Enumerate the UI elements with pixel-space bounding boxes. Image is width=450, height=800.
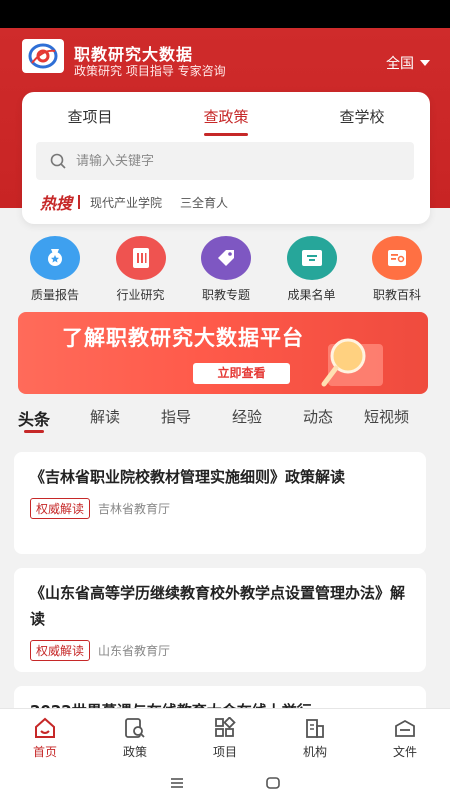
app-subtitle: 政策研究 项目指导 专家咨询 (74, 64, 226, 78)
tabbar-label: 机构 (302, 745, 327, 759)
document-icon (115, 236, 166, 280)
category-special-topics[interactable]: 职教专题 (187, 236, 265, 303)
bottom-tab-bar: 首页 政策 项目 机构 文件 (0, 708, 450, 766)
news-tab-headline[interactable]: 头条 (18, 406, 50, 430)
category-label: 成果名单 (287, 288, 336, 302)
category-quality-report[interactable]: 质量报告 (16, 236, 94, 303)
status-bar (0, 0, 450, 28)
news-tag: 权威解读 (30, 498, 91, 519)
news-source: 山东省教育厅 (98, 644, 171, 658)
search-tabs: 查项目 查政策 查学校 (22, 92, 430, 136)
news-tab-experience[interactable]: 经验 (232, 406, 262, 427)
news-meta: 权威解读 山东省教育厅 (30, 640, 410, 661)
search-card: 查项目 查政策 查学校 热搜 现代产业学院 三全育人 (22, 92, 430, 224)
news-card[interactable]: 《吉林省职业院校教材管理实施细则》政策解读 权威解读 吉林省教育厅 (14, 452, 426, 554)
hot-search-item[interactable]: 三全育人 (180, 194, 228, 211)
news-card[interactable]: 《山东省高等学历继续教育校外教学点设置管理办法》解读 权威解读 山东省教育厅 (14, 568, 426, 672)
banner-title: 了解职教研究大数据平台 (62, 326, 304, 350)
hot-search-item[interactable]: 现代产业学院 (90, 194, 162, 211)
logo-icon (28, 43, 58, 69)
search-icon (50, 153, 66, 169)
home-button-icon[interactable] (265, 776, 281, 790)
news-source: 吉林省教育厅 (98, 502, 171, 516)
tabbar-institutions[interactable]: 机构 (280, 709, 350, 766)
file-box-icon (395, 719, 415, 737)
news-tabs: 头条 解读 指导 经验 动态 短视频 (0, 398, 450, 434)
caret-down-icon (420, 60, 430, 66)
banner-view-button[interactable]: 立即查看 (193, 363, 290, 384)
category-encyclopedia[interactable]: 职教百科 (358, 236, 436, 303)
certificate-icon (286, 236, 337, 280)
news-title: 《吉林省职业院校教材管理实施细则》政策解读 (30, 468, 346, 486)
region-selector[interactable]: 全国 (386, 53, 430, 73)
news-tab-updates[interactable]: 动态 (303, 406, 333, 427)
news-meta: 权威解读 吉林省教育厅 (30, 498, 410, 519)
hot-search: 热搜 现代产业学院 三全育人 (40, 190, 246, 214)
tab-projects[interactable]: 查项目 (22, 92, 158, 136)
category-label: 职教百科 (372, 288, 421, 302)
building-icon (306, 719, 324, 738)
app-logo (22, 39, 64, 73)
tabbar-label: 项目 (212, 745, 237, 759)
tabbar-label: 首页 (32, 745, 57, 759)
category-industry-research[interactable]: 行业研究 (102, 236, 180, 303)
search-box[interactable] (36, 142, 414, 180)
news-tag: 权威解读 (30, 640, 91, 661)
category-label: 质量报告 (30, 288, 79, 302)
medal-icon (30, 236, 80, 280)
tab-policies[interactable]: 查政策 (158, 92, 294, 136)
category-label: 行业研究 (116, 288, 165, 302)
news-title: 《山东省高等学历继续教育校外教学点设置管理办法》解读 (30, 584, 406, 628)
hot-search-label: 热搜 (40, 194, 73, 213)
menu-icon[interactable] (169, 776, 185, 790)
category-label: 职教专题 (201, 288, 250, 302)
search-input[interactable] (76, 153, 376, 169)
category-grid: 质量报告 行业研究 职教专题 成果名单 职教百科 (16, 236, 436, 303)
tabbar-label: 政策 (122, 745, 147, 759)
news-tab-short-video[interactable]: 短视频 (364, 406, 409, 427)
tag-icon (201, 236, 251, 280)
news-tab-indicator (24, 430, 44, 433)
tabbar-policy[interactable]: 政策 (100, 709, 170, 766)
system-navigation-bar (0, 766, 450, 800)
tabbar-home[interactable]: 首页 (10, 709, 80, 766)
tabbar-label: 文件 (392, 745, 417, 759)
tabbar-files[interactable]: 文件 (370, 709, 440, 766)
home-icon (35, 717, 55, 738)
promo-banner[interactable]: 了解职教研究大数据平台 立即查看 (18, 312, 428, 394)
news-tab-guidance[interactable]: 指导 (161, 406, 191, 427)
category-achievements-list[interactable]: 成果名单 (273, 236, 351, 303)
tabbar-projects[interactable]: 项目 (190, 709, 260, 766)
region-label: 全国 (386, 56, 414, 72)
hot-search-divider (78, 195, 81, 209)
tab-schools[interactable]: 查学校 (294, 92, 430, 136)
news-tab-interpretation[interactable]: 解读 (90, 406, 120, 427)
encyclopedia-icon (372, 236, 422, 280)
policy-search-icon (125, 718, 145, 738)
grid-icon (215, 717, 236, 737)
